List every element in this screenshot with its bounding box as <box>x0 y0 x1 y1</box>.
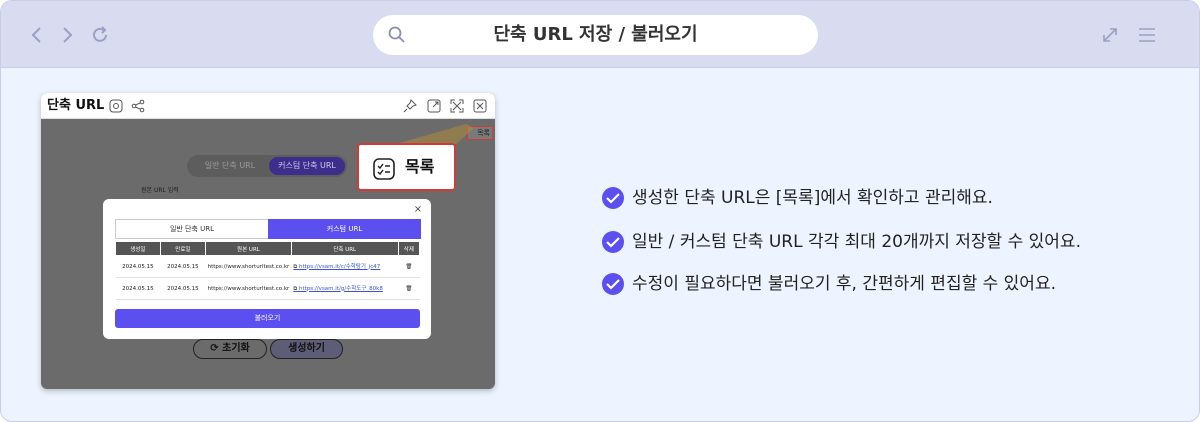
feature-text: 생성한 단축 URL은 [목록]에서 확인하고 관리해요. <box>632 188 993 208</box>
list-item: 수정이 필요하다면 불러오기 후, 간편하게 편집할 수 있어요. <box>602 271 1162 297</box>
callout-label: 목록 <box>405 157 435 176</box>
check-icon <box>602 187 624 209</box>
list-item: 생성한 단축 URL은 [목록]에서 확인하고 관리해요. <box>602 185 1162 211</box>
feature-text: 일반 / 커스텀 단축 URL 각각 최대 20개까지 저장할 수 있어요. <box>632 232 1081 252</box>
list-callout: 목록 <box>357 143 456 191</box>
callout-connector <box>396 124 474 144</box>
browser-frame: 단축 URL 저장 / 불러오기 단축 URL 목록 일반 단축 URL 커스텀… <box>0 0 1200 422</box>
check-icon <box>602 231 624 253</box>
checklist-icon <box>373 158 395 180</box>
feature-text: 수정이 필요하다면 불러오기 후, 간편하게 편집할 수 있어요. <box>632 274 1056 294</box>
check-icon <box>602 273 624 295</box>
list-item: 일반 / 커스텀 단축 URL 각각 최대 20개까지 저장할 수 있어요. <box>602 229 1162 255</box>
